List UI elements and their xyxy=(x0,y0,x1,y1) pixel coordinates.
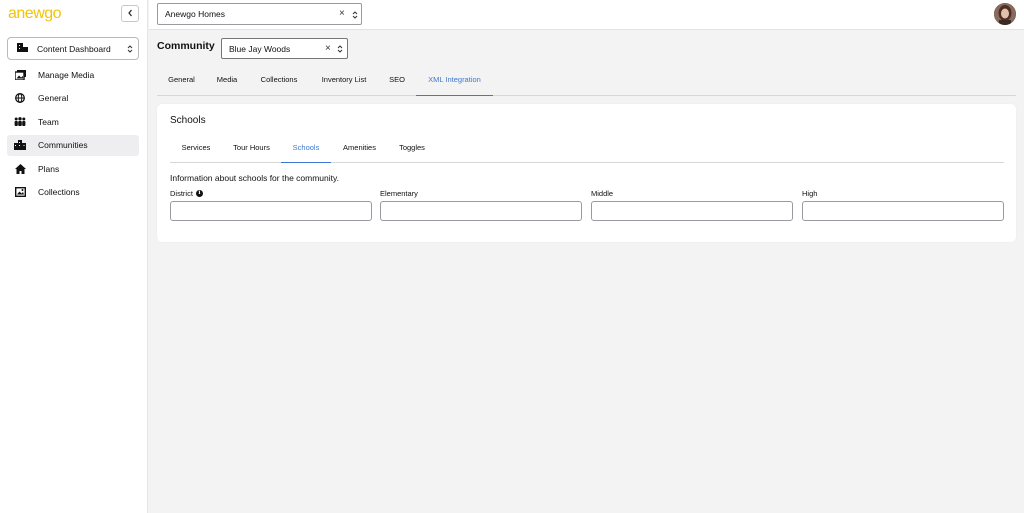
card-title: Schools xyxy=(170,115,206,126)
elementary-field[interactable] xyxy=(380,201,582,221)
subtab-services[interactable]: Services xyxy=(170,136,222,163)
middle-field[interactable] xyxy=(591,201,793,221)
subtab-amenities[interactable]: Amenities xyxy=(333,136,386,163)
field-label-text: Middle xyxy=(591,189,614,198)
sidebar-item-manage-media[interactable]: Manage Media xyxy=(7,64,139,85)
sidebar-nav: Manage Media General Team Communities Pl… xyxy=(7,64,139,205)
collections-icon xyxy=(14,186,26,198)
subtab-toggles[interactable]: Toggles xyxy=(387,136,437,163)
elementary-label: Elementary xyxy=(380,189,418,198)
district-field[interactable] xyxy=(170,201,372,221)
subtab-schools[interactable]: Schools xyxy=(281,136,331,163)
builder-select[interactable]: Anewgo Homes × xyxy=(157,3,362,25)
field-label-text: District xyxy=(170,189,193,198)
media-icon xyxy=(14,69,26,81)
user-avatar[interactable] xyxy=(994,3,1016,25)
community-select[interactable]: Blue Jay Woods × xyxy=(221,38,348,59)
chevron-updown-icon xyxy=(127,44,133,56)
middle-label: Middle xyxy=(591,189,613,198)
team-icon xyxy=(14,116,26,128)
sidebar-item-team[interactable]: Team xyxy=(7,111,139,132)
sidebar: anewgo Content Dashboard Manage Media Ge… xyxy=(0,0,148,513)
tab-seo[interactable]: SEO xyxy=(379,66,415,96)
sidebar-item-plans[interactable]: Plans xyxy=(7,158,139,179)
home-icon xyxy=(14,163,26,175)
community-select-value: Blue Jay Woods xyxy=(229,43,291,54)
high-label: High xyxy=(802,189,817,198)
clear-icon[interactable]: × xyxy=(325,43,331,54)
tab-xml-integration[interactable]: XML Integration xyxy=(416,66,493,96)
sidebar-item-label: General xyxy=(38,93,69,103)
dashboard-icon xyxy=(17,42,28,55)
field-label-text: High xyxy=(802,189,818,198)
sidebar-item-label: Collections xyxy=(38,187,80,197)
sidebar-item-general[interactable]: General xyxy=(7,88,139,109)
sidebar-item-collections[interactable]: Collections xyxy=(7,182,139,203)
info-icon[interactable]: i xyxy=(195,190,203,197)
sidebar-item-label: Team xyxy=(38,116,59,127)
clear-icon[interactable]: × xyxy=(339,8,345,19)
community-label: Community xyxy=(157,40,215,52)
tab-media[interactable]: Media xyxy=(208,66,246,96)
builder-select-value: Anewgo Homes xyxy=(165,9,226,19)
sidebar-item-communities[interactable]: Communities xyxy=(7,134,139,156)
chevron-updown-icon xyxy=(352,10,358,22)
tab-general[interactable]: General xyxy=(157,66,206,96)
collapse-sidebar-button[interactable] xyxy=(121,5,139,22)
globe-icon xyxy=(14,92,26,104)
top-bar: Anewgo Homes × xyxy=(149,0,1024,30)
sidebar-item-label: Communities xyxy=(38,140,88,150)
subtab-tour-hours[interactable]: Tour Hours xyxy=(224,136,279,163)
dashboard-select[interactable]: Content Dashboard xyxy=(7,37,139,60)
anewgo-logo[interactable]: anewgo xyxy=(8,4,68,22)
chevron-left-icon xyxy=(127,9,134,19)
district-label: District i xyxy=(170,189,203,198)
xml-subtabs: Services Tour Hours Schools Amenities To… xyxy=(170,136,1004,163)
schools-info-text: Information about schools for the commun… xyxy=(170,173,339,183)
chevron-updown-icon xyxy=(337,44,343,56)
field-label-text: Elementary xyxy=(380,189,418,198)
sidebar-item-label: Plans xyxy=(38,163,60,174)
tab-collections[interactable]: Collections xyxy=(248,66,310,96)
svg-text:anewgo: anewgo xyxy=(8,5,62,22)
schools-card: Schools Services Tour Hours Schools Amen… xyxy=(157,104,1016,242)
dashboard-select-label: Content Dashboard xyxy=(37,43,111,54)
buildings-icon xyxy=(14,139,26,151)
sidebar-item-label: Manage Media xyxy=(38,69,95,80)
high-field[interactable] xyxy=(802,201,1004,221)
tab-inventory-list[interactable]: Inventory List xyxy=(312,66,376,96)
community-tabs: General Media Collections Inventory List… xyxy=(157,66,1016,96)
